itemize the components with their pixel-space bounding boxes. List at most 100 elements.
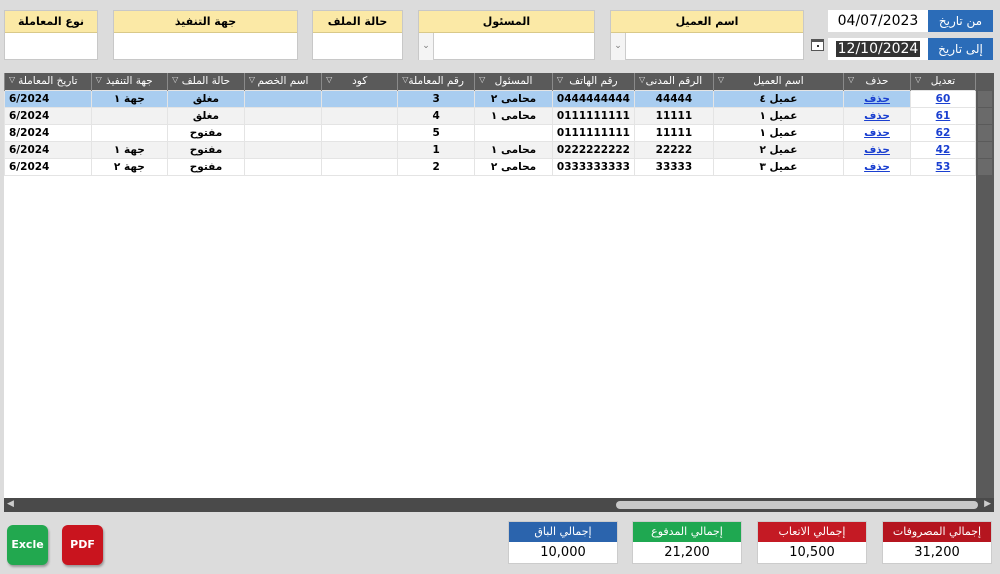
edit-link[interactable]: 61 xyxy=(909,106,976,125)
column-header-label: حالة الملف xyxy=(181,75,231,88)
cell-opponent xyxy=(243,89,323,108)
vertical-scrollbar[interactable] xyxy=(976,73,994,498)
cell-responsible: محامى ١ xyxy=(474,140,553,159)
column-header[interactable]: اسم الخصم ▽ xyxy=(243,73,323,90)
cell-civil-id: 22222 xyxy=(633,140,714,159)
cell-date: 6/2024 xyxy=(4,157,92,176)
filter-dropdown-icon[interactable]: ▽ xyxy=(848,75,854,84)
cell-status: مفتوح xyxy=(167,123,245,142)
cell-code xyxy=(321,157,399,176)
cell-code xyxy=(321,140,399,159)
cell-opponent xyxy=(243,140,323,159)
filter-dropdown-icon[interactable]: ▽ xyxy=(479,75,485,84)
cell-date: 6/2024 xyxy=(4,106,92,125)
cell-status: مفتوح xyxy=(167,157,245,176)
filter-dropdown-icon[interactable]: ▽ xyxy=(402,75,408,84)
edit-link[interactable]: 42 xyxy=(909,140,976,159)
column-header-label: رقم المعاملة xyxy=(408,75,464,88)
table-row[interactable]: 60 حذف عميل ٤ 44444 0444444444 محامى ٢ 3 مغلق جه… xyxy=(4,89,976,108)
column-header-label: الرقم المدنى xyxy=(645,75,703,88)
chevron-down-icon[interactable]: ⌄ xyxy=(419,33,434,60)
edit-link[interactable]: 62 xyxy=(909,123,976,142)
scrollbar-thumb[interactable] xyxy=(616,501,978,509)
column-header[interactable]: تعديل ▽ xyxy=(909,73,976,90)
cell-txn-no: 4 xyxy=(397,106,476,125)
transactions-grid: تعديل ▽ حذف ▽ اسم العميل ▽ الرقم المدنى ▽ رقم ال… xyxy=(4,73,976,498)
from-date-input[interactable]: 04/07/2023 xyxy=(828,10,928,32)
delete-link[interactable]: حذف xyxy=(843,157,911,176)
filter-dropdown-icon[interactable]: ▽ xyxy=(557,75,563,84)
from-date-label: من تاريخ xyxy=(928,10,993,32)
calendar-icon[interactable] xyxy=(811,39,824,51)
table-row[interactable]: 62 حذف عميل ١ 11111 0111111111 5 مفتوح 8/2024 xyxy=(4,123,976,142)
export-excel-button[interactable]: Excle xyxy=(7,525,48,565)
executing-body-label: جهة التنفيذ xyxy=(114,11,297,33)
horizontal-scrollbar[interactable]: ◀ ▶ xyxy=(4,498,994,512)
filter-dropdown-icon[interactable]: ▽ xyxy=(249,75,255,84)
column-header[interactable]: تاريخ المعاملة ▽ xyxy=(4,73,92,90)
edit-link[interactable]: 53 xyxy=(909,157,976,176)
cell-responsible: محامى ١ xyxy=(474,106,553,125)
file-status-label: حالة الملف xyxy=(313,11,402,33)
filter-dropdown-icon[interactable]: ▽ xyxy=(172,75,178,84)
total-value: 21,200 xyxy=(664,545,710,560)
cell-txn-no: 5 xyxy=(397,123,476,142)
cell-client: عميل ٢ xyxy=(712,140,845,159)
filter-dropdown-icon[interactable]: ▽ xyxy=(639,75,645,84)
column-header[interactable]: رقم الهاتف ▽ xyxy=(551,73,635,90)
total-label: إجمالي الباق xyxy=(509,522,617,542)
filter-dropdown-icon[interactable]: ▽ xyxy=(718,75,724,84)
column-header[interactable]: المسئول ▽ xyxy=(474,73,553,90)
edit-link[interactable]: 60 xyxy=(909,89,976,108)
cell-date: 8/2024 xyxy=(4,123,92,142)
to-date-input[interactable]: 12/10/2024 xyxy=(828,38,928,60)
delete-link[interactable]: حذف xyxy=(843,123,911,142)
cell-civil-id: 11111 xyxy=(633,123,714,142)
responsible-input[interactable] xyxy=(419,33,594,60)
column-header[interactable]: حالة الملف ▽ xyxy=(167,73,245,90)
filter-dropdown-icon[interactable]: ▽ xyxy=(326,75,332,84)
column-header[interactable]: كود ▽ xyxy=(321,73,399,90)
column-header[interactable]: جهة التنفيذ ▽ xyxy=(90,73,169,90)
transactions-table: تعديل ▽ حذف ▽ اسم العميل ▽ الرقم المدنى ▽ رقم ال… xyxy=(4,73,976,176)
delete-link[interactable]: حذف xyxy=(843,89,911,108)
to-date-value: 12/10/2024 xyxy=(835,41,921,57)
filter-dropdown-icon[interactable]: ▽ xyxy=(96,75,102,84)
cell-phone: 0111111111 xyxy=(551,123,635,142)
table-row[interactable]: 42 حذف عميل ٢ 22222 0222222222 محامى ١ 1 مفتوح ج… xyxy=(4,140,976,159)
cell-civil-id: 11111 xyxy=(633,106,714,125)
filter-dropdown-icon[interactable]: ▽ xyxy=(9,75,15,84)
scroll-right-icon[interactable]: ▶ xyxy=(984,499,991,509)
to-date-label: إلى تاريخ xyxy=(928,38,993,60)
cell-phone: 0444444444 xyxy=(551,89,635,108)
filter-dropdown-icon[interactable]: ▽ xyxy=(915,75,921,84)
cell-code xyxy=(321,106,399,125)
client-name-input[interactable] xyxy=(611,33,803,60)
executing-body-filter: جهة التنفيذ xyxy=(113,10,298,60)
cell-phone: 0222222222 xyxy=(551,140,635,159)
column-header[interactable]: الرقم المدنى ▽ xyxy=(633,73,714,90)
column-header[interactable]: رقم المعاملة ▽ xyxy=(397,73,476,90)
executing-body-input[interactable] xyxy=(114,33,297,60)
scroll-left-icon[interactable]: ◀ xyxy=(7,499,14,509)
export-pdf-button[interactable]: PDF xyxy=(62,525,103,565)
column-header[interactable]: حذف ▽ xyxy=(843,73,911,90)
cell-opponent xyxy=(243,157,323,176)
total-label: إجمالي المدفوع xyxy=(633,522,741,542)
column-header[interactable]: اسم العميل ▽ xyxy=(712,73,845,90)
cell-txn-no: 1 xyxy=(397,140,476,159)
transaction-type-input[interactable] xyxy=(5,33,97,60)
delete-link[interactable]: حذف xyxy=(843,106,911,125)
delete-link[interactable]: حذف xyxy=(843,140,911,159)
cell-code xyxy=(321,89,399,108)
cell-responsible: محامى ٢ xyxy=(474,89,553,108)
column-header-label: كود xyxy=(352,75,368,88)
transaction-type-label: نوع المعاملة xyxy=(5,11,97,33)
file-status-input[interactable] xyxy=(313,33,402,60)
table-row[interactable]: 53 حذف عميل ٣ 33333 0333333333 محامى ٢ 2 مفتوح ج… xyxy=(4,157,976,176)
client-name-filter: اسم العميل ⌄ xyxy=(610,10,804,60)
cell-code xyxy=(321,123,399,142)
table-row[interactable]: 61 حذف عميل ١ 11111 0111111111 محامى ١ 4 مغلق 6/… xyxy=(4,106,976,125)
chevron-down-icon[interactable]: ⌄ xyxy=(611,33,626,60)
cell-body: جهة ١ xyxy=(90,89,169,108)
